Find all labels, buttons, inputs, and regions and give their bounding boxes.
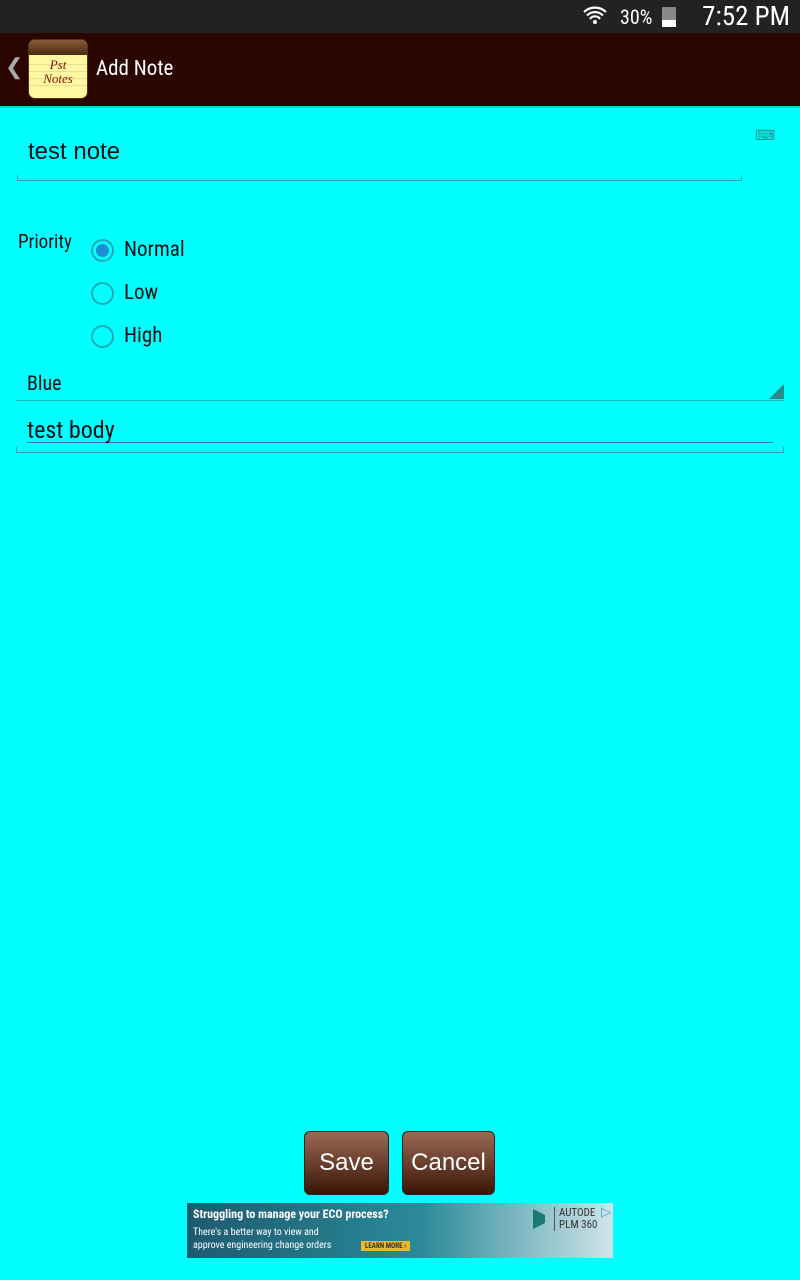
dropdown-triangle-icon [769,384,784,399]
app-logo[interactable]: Pst Notes [28,39,88,99]
radio-normal[interactable]: Normal [91,238,185,262]
page-title: Add Note [96,57,174,81]
battery-icon [662,7,676,27]
clock: 7:52 PM [702,0,790,32]
adchoices-icon[interactable]: ▷ [601,1205,611,1220]
ad-line: There's a better way to view and [193,1227,319,1238]
radio-button[interactable] [91,324,114,348]
ad-learn-more[interactable]: LEARN MORE › [361,1241,411,1251]
note-title-input[interactable] [28,138,728,166]
wifi-icon [583,6,607,24]
ad-brand: AUTODE PLM 360 [554,1207,597,1231]
radio-label: High [124,324,163,348]
action-bar: ❮ Pst Notes Add Note [0,33,800,108]
save-button[interactable]: Save [304,1131,389,1195]
cancel-button[interactable]: Cancel [402,1131,495,1195]
note-body-input[interactable]: test body [27,418,773,443]
body-input-underline [16,447,784,453]
title-input-underline [17,175,742,181]
ad-headline: Struggling to manage your ECO process? [193,1207,389,1221]
keyboard-icon[interactable]: ⌨ [755,128,775,146]
radio-button-checked[interactable] [91,238,114,262]
radio-high[interactable]: High [91,324,162,348]
status-bar: 30% 7:52 PM [0,0,800,33]
priority-label: Priority [18,230,72,253]
ad-brand-logo [533,1209,545,1229]
radio-button[interactable] [91,281,114,305]
radio-label: Normal [124,238,185,262]
radio-low[interactable]: Low [91,281,158,305]
radio-label: Low [124,281,159,305]
chevron-left-icon[interactable]: ❮ [5,55,23,80]
ad-banner[interactable]: Struggling to manage your ECO process? T… [187,1203,613,1258]
ad-subtext: There's a better way to view and approve … [193,1226,331,1252]
ad-line: approve engineering change orders [193,1240,332,1251]
ad-brand-line: PLM 360 [559,1218,598,1231]
battery-percent: 30% [620,5,653,29]
color-spinner[interactable]: Blue [16,366,784,401]
color-selected: Blue [27,371,62,395]
